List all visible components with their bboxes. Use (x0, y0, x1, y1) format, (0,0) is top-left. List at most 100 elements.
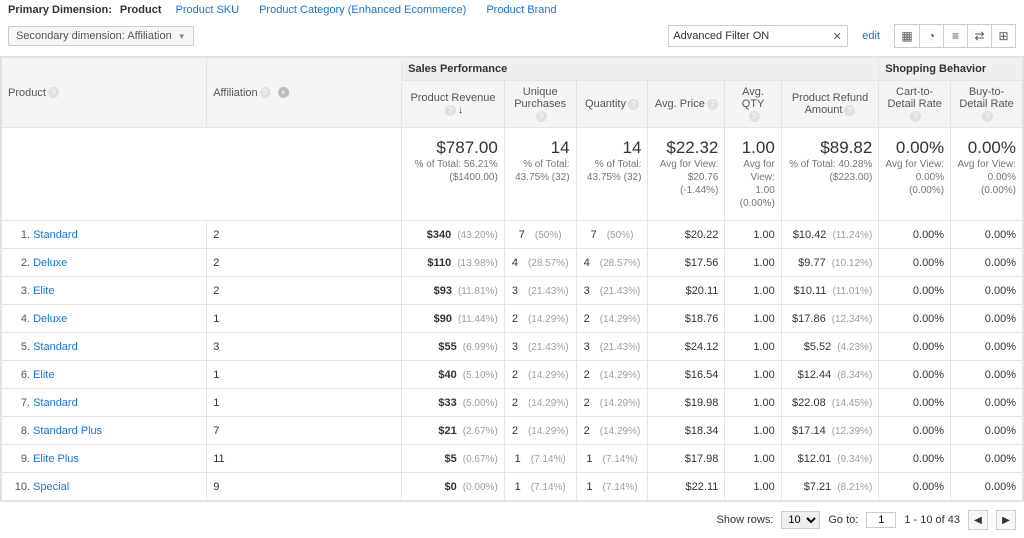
next-page-button[interactable]: ▶ (996, 510, 1016, 530)
goto-input[interactable] (866, 512, 896, 528)
row-product: 6. Elite (2, 361, 207, 389)
primary-dim-option[interactable]: Product Brand (486, 4, 556, 16)
row-avgp: $18.76 (648, 305, 725, 333)
row-c2d: 0.00% (879, 221, 951, 249)
row-refund: $22.08(14.45%) (781, 389, 879, 417)
row-qty: 2(14.29%) (576, 417, 648, 445)
product-link[interactable]: Standard (33, 397, 78, 409)
prev-page-button[interactable]: ◀ (968, 510, 988, 530)
col-avg-price[interactable]: Avg. Price? (648, 81, 725, 128)
col-refund[interactable]: Product Refund Amount? (781, 81, 879, 128)
row-affiliation: 9 (207, 473, 402, 501)
row-qty: 1(7.14%) (576, 473, 648, 501)
row-avgp: $18.34 (648, 417, 725, 445)
report-table: Product? Affiliation? × Sales Performanc… (1, 57, 1023, 501)
col-c2d[interactable]: Cart-to-Detail Rate? (879, 81, 951, 128)
table-row[interactable]: 5. Standard3$55(6.99%)3(21.43%)3(21.43%)… (2, 333, 1023, 361)
bar-view-icon[interactable]: ≡ (943, 25, 967, 47)
help-icon[interactable]: ? (536, 111, 547, 122)
col-b2d[interactable]: Buy-to-Detail Rate? (951, 81, 1023, 128)
help-icon[interactable]: ? (910, 111, 921, 122)
row-b2d: 0.00% (951, 249, 1023, 277)
product-link[interactable]: Special (33, 481, 69, 493)
product-link[interactable]: Deluxe (33, 313, 67, 325)
row-b2d: 0.00% (951, 305, 1023, 333)
view-toggle: ▦ ◔ ≡ ⇄ ⊞ (894, 24, 1016, 48)
row-avgq: 1.00 (725, 277, 781, 305)
row-refund: $10.11(11.01%) (781, 277, 879, 305)
show-rows-select[interactable]: 10 (781, 511, 820, 529)
help-icon[interactable]: ? (48, 87, 59, 98)
table-row[interactable]: 6. Elite1$40(5.10%)2(14.29%)2(14.29%)$16… (2, 361, 1023, 389)
primary-dim-active[interactable]: Product (120, 4, 162, 16)
row-affiliation: 2 (207, 221, 402, 249)
table-row[interactable]: 7. Standard1$33(5.00%)2(14.29%)2(14.29%)… (2, 389, 1023, 417)
advanced-filter-input[interactable] (669, 30, 827, 42)
product-link[interactable]: Elite (33, 285, 54, 297)
col-revenue[interactable]: Product Revenue?↓ (402, 81, 505, 128)
remove-icon[interactable]: × (278, 87, 289, 98)
row-c2d: 0.00% (879, 473, 951, 501)
product-link[interactable]: Elite (33, 369, 54, 381)
help-icon[interactable]: ? (844, 105, 855, 116)
col-product[interactable]: Product? (2, 58, 207, 128)
row-product: 1. Standard (2, 221, 207, 249)
table-row[interactable]: 8. Standard Plus7$21(2.67%)2(14.29%)2(14… (2, 417, 1023, 445)
row-affiliation: 3 (207, 333, 402, 361)
row-b2d: 0.00% (951, 221, 1023, 249)
table-row[interactable]: 9. Elite Plus11$5(0.67%)1(7.14%)1(7.14%)… (2, 445, 1023, 473)
row-revenue: $340(43.20%) (402, 221, 505, 249)
row-avgp: $17.56 (648, 249, 725, 277)
col-avg-qty[interactable]: Avg. QTY? (725, 81, 781, 128)
row-avgq: 1.00 (725, 417, 781, 445)
row-affiliation: 11 (207, 445, 402, 473)
row-up: 2(14.29%) (504, 417, 576, 445)
row-avgq: 1.00 (725, 361, 781, 389)
table-row[interactable]: 10. Special9$0(0.00%)1(7.14%)1(7.14%)$22… (2, 473, 1023, 501)
primary-dim-option[interactable]: Product SKU (175, 4, 239, 16)
row-avgq: 1.00 (725, 305, 781, 333)
control-row: Secondary dimension: Affiliation ▼ ✕ edi… (0, 20, 1024, 56)
row-refund: $5.52(4.23%) (781, 333, 879, 361)
table-row[interactable]: 4. Deluxe1$90(11.44%)2(14.29%)2(14.29%)$… (2, 305, 1023, 333)
row-product: 3. Elite (2, 277, 207, 305)
primary-dim-label: Primary Dimension: (8, 4, 112, 16)
pivot-view-icon[interactable]: ⊞ (991, 25, 1015, 47)
clear-filter-button[interactable]: ✕ (827, 30, 847, 43)
compare-view-icon[interactable]: ⇄ (967, 25, 991, 47)
help-icon[interactable]: ? (445, 105, 456, 116)
primary-dim-option[interactable]: Product Category (Enhanced Ecommerce) (259, 4, 466, 16)
secondary-dim-dropdown[interactable]: Secondary dimension: Affiliation ▼ (8, 26, 194, 46)
col-affiliation[interactable]: Affiliation? × (207, 58, 402, 128)
table-view-icon[interactable]: ▦ (895, 25, 919, 47)
row-revenue: $55(6.99%) (402, 333, 505, 361)
row-revenue: $33(5.00%) (402, 389, 505, 417)
row-avgp: $16.54 (648, 361, 725, 389)
row-avgq: 1.00 (725, 445, 781, 473)
table-row[interactable]: 1. Standard2$340(43.20%)7(50%)7(50%)$20.… (2, 221, 1023, 249)
table-row[interactable]: 3. Elite2$93(11.81%)3(21.43%)3(21.43%)$2… (2, 277, 1023, 305)
pie-view-icon[interactable]: ◔ (919, 25, 943, 47)
row-qty: 2(14.29%) (576, 305, 648, 333)
col-quantity[interactable]: Quantity? (576, 81, 648, 128)
product-link[interactable]: Standard (33, 341, 78, 353)
table-row[interactable]: 2. Deluxe2$110(13.98%)4(28.57%)4(28.57%)… (2, 249, 1023, 277)
row-avgq: 1.00 (725, 389, 781, 417)
help-icon[interactable]: ? (628, 99, 639, 110)
col-unique-purchases[interactable]: Unique Purchases? (504, 81, 576, 128)
help-icon[interactable]: ? (260, 87, 271, 98)
help-icon[interactable]: ? (982, 111, 993, 122)
row-up: 4(28.57%) (504, 249, 576, 277)
help-icon[interactable]: ? (749, 111, 760, 122)
row-c2d: 0.00% (879, 277, 951, 305)
row-revenue: $40(5.10%) (402, 361, 505, 389)
help-icon[interactable]: ? (707, 99, 718, 110)
product-link[interactable]: Elite Plus (33, 453, 79, 465)
row-avgp: $20.22 (648, 221, 725, 249)
product-link[interactable]: Deluxe (33, 257, 67, 269)
product-link[interactable]: Standard Plus (33, 425, 102, 437)
advanced-filter[interactable]: ✕ (668, 25, 848, 47)
edit-filter-link[interactable]: edit (862, 30, 880, 42)
row-refund: $9.77(10.12%) (781, 249, 879, 277)
product-link[interactable]: Standard (33, 229, 78, 241)
